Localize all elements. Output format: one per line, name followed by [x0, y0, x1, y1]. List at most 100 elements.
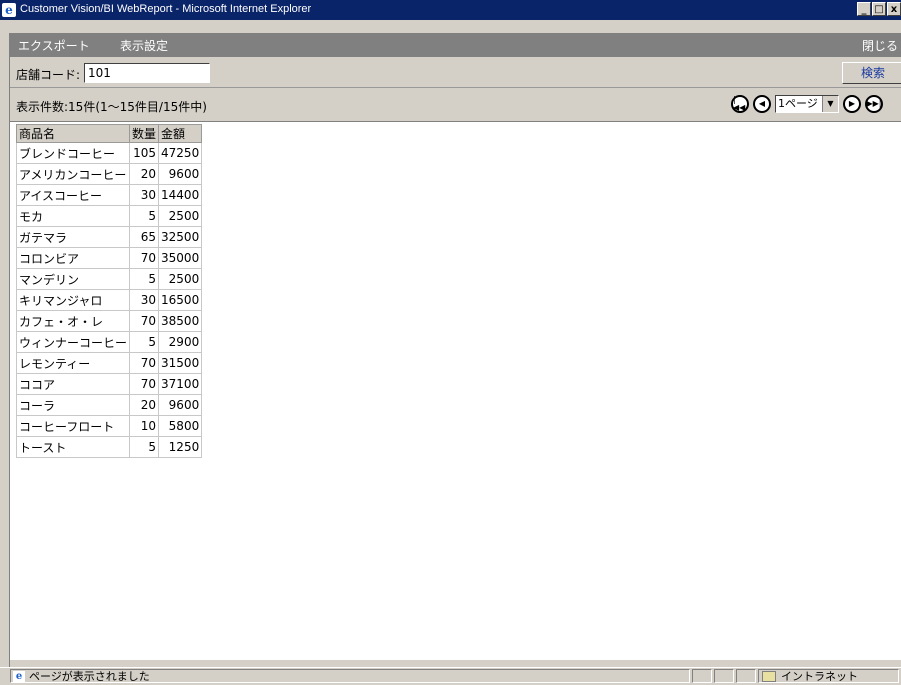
ie-page-icon: e	[13, 671, 25, 682]
cell-amount: 16500	[158, 289, 203, 311]
cell-product: アイスコーヒー	[15, 184, 131, 206]
first-page-icon[interactable]: |◀◀	[731, 95, 749, 113]
store-code-input[interactable]: 101	[84, 63, 210, 83]
cell-amount: 5800	[158, 415, 203, 437]
table-row: アメリカンコーヒー 20 9600	[15, 163, 203, 185]
cell-quantity: 70	[129, 310, 160, 332]
status-panel	[714, 669, 734, 683]
cell-amount: 2500	[158, 268, 203, 290]
cell-amount: 2500	[158, 205, 203, 227]
cell-product: マンデリン	[15, 268, 131, 290]
cell-product: ウィンナーコーヒー	[15, 331, 131, 353]
store-code-label: 店舗コード:	[16, 68, 81, 82]
cell-product: コーラ	[15, 394, 131, 416]
table-row: ココア 70 37100	[15, 373, 203, 395]
pager-controls: |◀◀ ◀ 1ページ ▼ ▶ ▶▶|	[731, 95, 883, 113]
cell-product: コーヒーフロート	[15, 415, 131, 437]
table-row: トースト 5 1250	[15, 436, 203, 458]
status-panel	[736, 669, 756, 683]
cell-amount: 47250	[158, 142, 203, 164]
cell-quantity: 70	[129, 373, 160, 395]
pager-bar: 表示件数:15件(1～15件目/15件中) |◀◀ ◀ 1ページ ▼ ▶ ▶▶|	[10, 89, 901, 121]
cell-product: コロンビア	[15, 247, 131, 269]
window-title: Customer Vision/BI WebReport - Microsoft…	[20, 3, 312, 15]
table-row: モカ 5 2500	[15, 205, 203, 227]
cell-product: モカ	[15, 205, 131, 227]
column-header-product: 商品名	[15, 124, 131, 143]
search-bar: 店舗コード: 101 検索	[10, 59, 901, 88]
record-count-text: 表示件数:15件(1～15件目/15件中)	[16, 100, 207, 114]
cell-amount: 35000	[158, 247, 203, 269]
cell-quantity: 20	[129, 394, 160, 416]
cell-quantity: 70	[129, 247, 160, 269]
table-row: キリマンジャロ 30 16500	[15, 289, 203, 311]
menu-bar: エクスポート 表示設定 閉じる	[10, 33, 901, 57]
cell-quantity: 65	[129, 226, 160, 248]
cell-product: ココア	[15, 373, 131, 395]
cell-quantity: 5	[129, 205, 160, 227]
cell-product: ブレンドコーヒー	[15, 142, 131, 164]
ie-logo-icon: e	[2, 3, 16, 17]
table-row: ブレンドコーヒー 105 47250	[15, 142, 203, 164]
next-page-icon[interactable]: ▶	[843, 95, 861, 113]
cell-quantity: 20	[129, 163, 160, 185]
cell-product: カフェ・オ・レ	[15, 310, 131, 332]
chevron-down-icon[interactable]: ▼	[822, 96, 838, 112]
column-header-amount: 金額	[158, 124, 203, 143]
minimize-button[interactable]: _	[857, 2, 871, 16]
cell-amount: 1250	[158, 436, 203, 458]
cell-amount: 32500	[158, 226, 203, 248]
menu-display-settings[interactable]: 表示設定	[120, 37, 168, 54]
table-header-row: 商品名 数量 金額	[15, 124, 203, 143]
report-table: 商品名 数量 金額 ブレンドコーヒー 105 47250 アメリカンコーヒー 20 960…	[15, 124, 203, 458]
intranet-zone-icon	[762, 671, 776, 682]
window-titlebar: e Customer Vision/BI WebReport - Microso…	[0, 0, 901, 20]
table-row: カフェ・オ・レ 70 38500	[15, 310, 203, 332]
cell-product: アメリカンコーヒー	[15, 163, 131, 185]
cell-quantity: 105	[129, 142, 160, 164]
report-content: 商品名 数量 金額 ブレンドコーヒー 105 47250 アメリカンコーヒー 20 960…	[10, 121, 901, 660]
cell-amount: 37100	[158, 373, 203, 395]
column-header-quantity: 数量	[129, 124, 160, 143]
cell-quantity: 5	[129, 268, 160, 290]
cell-amount: 38500	[158, 310, 203, 332]
page-select[interactable]: 1ページ ▼	[775, 95, 839, 113]
status-panel	[692, 669, 712, 683]
table-row: コーラ 20 9600	[15, 394, 203, 416]
page-select-value: 1ページ	[778, 97, 818, 110]
cell-quantity: 30	[129, 289, 160, 311]
close-window-button[interactable]: x	[887, 2, 901, 16]
zone-panel: イントラネット	[758, 669, 899, 683]
table-row: ウィンナーコーヒー 5 2900	[15, 331, 203, 353]
cell-product: ガテマラ	[15, 226, 131, 248]
maximize-button[interactable]: □	[872, 2, 886, 16]
status-message-panel: e ページが表示されました	[10, 669, 690, 683]
search-button[interactable]: 検索	[842, 62, 901, 84]
cell-product: キリマンジャロ	[15, 289, 131, 311]
status-message: ページが表示されました	[29, 670, 150, 683]
table-row: アイスコーヒー 30 14400	[15, 184, 203, 206]
window-controls: _ □ x	[857, 2, 901, 16]
menu-close[interactable]: 閉じる	[862, 37, 898, 54]
cell-amount: 14400	[158, 184, 203, 206]
cell-quantity: 5	[129, 436, 160, 458]
cell-amount: 9600	[158, 394, 203, 416]
table-row: マンデリン 5 2500	[15, 268, 203, 290]
cell-amount: 2900	[158, 331, 203, 353]
table-row: ガテマラ 65 32500	[15, 226, 203, 248]
menu-export[interactable]: エクスポート	[18, 37, 90, 54]
table-row: レモンティー 70 31500	[15, 352, 203, 374]
cell-quantity: 30	[129, 184, 160, 206]
cell-quantity: 70	[129, 352, 160, 374]
prev-page-icon[interactable]: ◀	[753, 95, 771, 113]
cell-product: トースト	[15, 436, 131, 458]
cell-product: レモンティー	[15, 352, 131, 374]
last-page-icon[interactable]: ▶▶|	[865, 95, 883, 113]
zone-label: イントラネット	[781, 670, 858, 683]
table-row: コロンビア 70 35000	[15, 247, 203, 269]
cell-amount: 31500	[158, 352, 203, 374]
cell-quantity: 5	[129, 331, 160, 353]
table-row: コーヒーフロート 10 5800	[15, 415, 203, 437]
status-bar: e ページが表示されました イントラネット	[0, 667, 901, 685]
table-body: ブレンドコーヒー 105 47250 アメリカンコーヒー 20 9600 アイスコーヒー 30…	[15, 142, 203, 458]
